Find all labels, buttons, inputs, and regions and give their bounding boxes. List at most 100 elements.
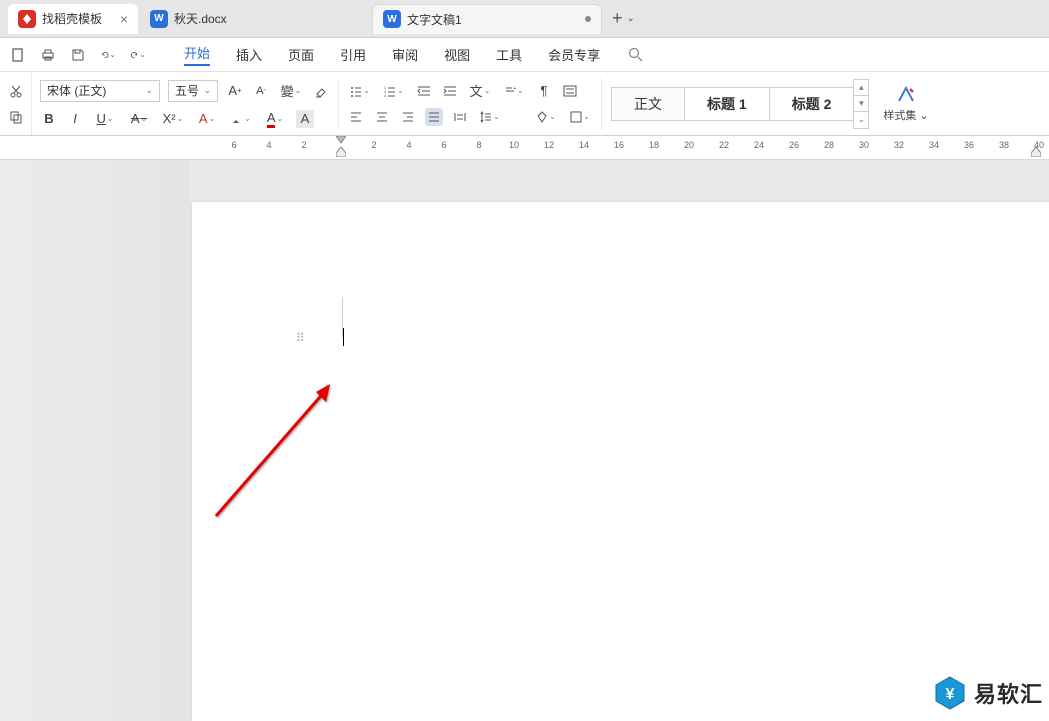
bullets-button[interactable]: ⌄: [347, 82, 373, 100]
document-page[interactable]: ⠿: [192, 202, 1049, 721]
styleset-button[interactable]: 样式集 ⌄: [873, 72, 938, 135]
indent-marker-bottom[interactable]: [336, 147, 346, 161]
chevron-down-icon: ⌄: [627, 13, 635, 24]
tab-bar: 找稻壳模板 × W 秋天.docx W 文字文稿1 + ⌄: [0, 0, 1049, 38]
decrease-indent-button[interactable]: [415, 82, 433, 100]
menu-page[interactable]: 页面: [288, 45, 314, 64]
scroll-more-icon[interactable]: ⌄: [854, 112, 868, 128]
svg-text:¥: ¥: [946, 686, 955, 703]
font-size-combo[interactable]: 五号 ⌄: [168, 80, 218, 102]
borders-button[interactable]: ⌄: [567, 108, 593, 126]
menu-reference[interactable]: 引用: [340, 45, 366, 64]
ruler-tick: 20: [684, 140, 694, 150]
ribbon-toolbar: 宋体 (正文) ⌄ 五号 ⌄ A+ A- 變⌄ B I U⌄ A⌄ X²⌄ A⌄…: [0, 72, 1049, 136]
paragraph-handle-icon[interactable]: ⠿: [296, 331, 303, 345]
menu-start[interactable]: 开始: [184, 43, 210, 66]
watermark: ¥ 易软汇: [932, 675, 1043, 711]
scroll-up-icon[interactable]: ▴: [854, 80, 868, 96]
tab-templates-label: 找稻壳模板: [42, 10, 102, 27]
menu-view[interactable]: 视图: [444, 45, 470, 64]
numbering-button[interactable]: 123⌄: [381, 82, 407, 100]
decrease-font-icon[interactable]: A-: [252, 82, 270, 100]
increase-font-icon[interactable]: A+: [226, 82, 244, 100]
new-doc-icon[interactable]: [10, 47, 26, 63]
ruler-tick: 2: [301, 140, 306, 150]
char-shading-button[interactable]: A: [296, 110, 314, 128]
text-direction-button[interactable]: 文⌄: [467, 82, 493, 100]
phonetic-guide-icon[interactable]: 變⌄: [278, 82, 304, 100]
ruler-tick: 12: [544, 140, 554, 150]
tab-doc1[interactable]: W 文字文稿1: [372, 4, 602, 34]
styleset-label: 样式集 ⌄: [883, 107, 928, 123]
chevron-down-icon: ⌄: [145, 85, 153, 96]
shading-button[interactable]: ⌄: [533, 108, 559, 126]
tab-docx[interactable]: W 秋天.docx: [140, 4, 370, 34]
style-h1[interactable]: 标题 1: [684, 87, 770, 121]
ruler-tick: 24: [754, 140, 764, 150]
menu-insert[interactable]: 插入: [236, 45, 262, 64]
clear-format-icon[interactable]: [312, 82, 330, 100]
ruler-tick: 14: [579, 140, 589, 150]
close-icon[interactable]: ×: [120, 11, 128, 27]
horizontal-ruler[interactable]: 6 4 2 2 4 6 8 10 12 14 16 18 20 22 24 26…: [0, 136, 1049, 160]
tab-templates[interactable]: 找稻壳模板 ×: [8, 4, 138, 34]
italic-button[interactable]: I: [66, 110, 84, 128]
ruler-tick: 26: [789, 140, 799, 150]
copy-icon[interactable]: [7, 108, 25, 126]
word-icon: W: [150, 10, 168, 28]
paragraph-group: ⌄ 123⌄ 文⌄ ⌄ ¶ ⌄ ⌄ ⌄: [339, 72, 601, 135]
scroll-down-icon[interactable]: ▾: [854, 96, 868, 112]
right-indent-marker[interactable]: [1031, 147, 1041, 161]
ruler-tick: 30: [859, 140, 869, 150]
align-center-button[interactable]: [373, 108, 391, 126]
font-name-combo[interactable]: 宋体 (正文) ⌄: [40, 80, 160, 102]
style-h2[interactable]: 标题 2: [769, 87, 855, 121]
sort-button[interactable]: ⌄: [501, 82, 527, 100]
ruler-tick: 34: [929, 140, 939, 150]
ruler-tick: 6: [441, 140, 446, 150]
new-tab-button[interactable]: + ⌄: [604, 8, 643, 29]
menu-tabs: 开始 插入 页面 引用 审阅 视图 工具 会员专享: [156, 43, 600, 66]
align-right-button[interactable]: [399, 108, 417, 126]
template-icon: [18, 10, 36, 28]
ruler-tick: 2: [371, 140, 376, 150]
text-cursor: [343, 328, 344, 346]
menu-bar: ⌄ ⌄ 开始 插入 页面 引用 审阅 视图 工具 会员专享: [0, 38, 1049, 72]
styles-gallery: 正文 标题 1 标题 2 ▴ ▾ ⌄: [608, 72, 873, 135]
superscript-button[interactable]: X²⌄: [160, 110, 186, 128]
align-left-button[interactable]: [347, 108, 365, 126]
align-justify-button[interactable]: [425, 108, 443, 126]
style-scroll: ▴ ▾ ⌄: [853, 79, 869, 129]
strike-button[interactable]: A⌄: [126, 110, 152, 128]
plus-icon: +: [612, 8, 623, 29]
tab-doc1-label: 文字文稿1: [407, 11, 462, 28]
print-icon[interactable]: [40, 47, 56, 63]
menu-tools[interactable]: 工具: [496, 45, 522, 64]
menu-member[interactable]: 会员专享: [548, 45, 600, 64]
watermark-icon: ¥: [932, 675, 968, 711]
underline-button[interactable]: U⌄: [92, 110, 118, 128]
style-normal[interactable]: 正文: [611, 87, 685, 121]
chevron-down-icon: ⌄: [203, 85, 211, 96]
ruler-tick: 36: [964, 140, 974, 150]
show-marks-button[interactable]: ¶: [535, 82, 553, 100]
highlight-button[interactable]: ⌄: [228, 110, 254, 128]
ruler-tick: 18: [649, 140, 659, 150]
distribute-button[interactable]: [451, 108, 469, 126]
cut-icon[interactable]: [7, 82, 25, 100]
line-spacing-button[interactable]: ⌄: [477, 108, 503, 126]
redo-icon[interactable]: ⌄: [130, 47, 146, 63]
bold-button[interactable]: B: [40, 110, 58, 128]
save-icon[interactable]: [70, 47, 86, 63]
font-color-button[interactable]: A⌄: [262, 110, 288, 128]
ruler-tick: 28: [824, 140, 834, 150]
ruler-tick: 32: [894, 140, 904, 150]
line-spacing-toggle-icon[interactable]: [561, 82, 579, 100]
search-icon[interactable]: [628, 47, 643, 62]
clipboard-group: [0, 72, 32, 135]
ruler-tick: 6: [231, 140, 236, 150]
text-effect-button[interactable]: A⌄: [194, 110, 220, 128]
undo-icon[interactable]: ⌄: [100, 47, 116, 63]
menu-review[interactable]: 审阅: [392, 45, 418, 64]
increase-indent-button[interactable]: [441, 82, 459, 100]
